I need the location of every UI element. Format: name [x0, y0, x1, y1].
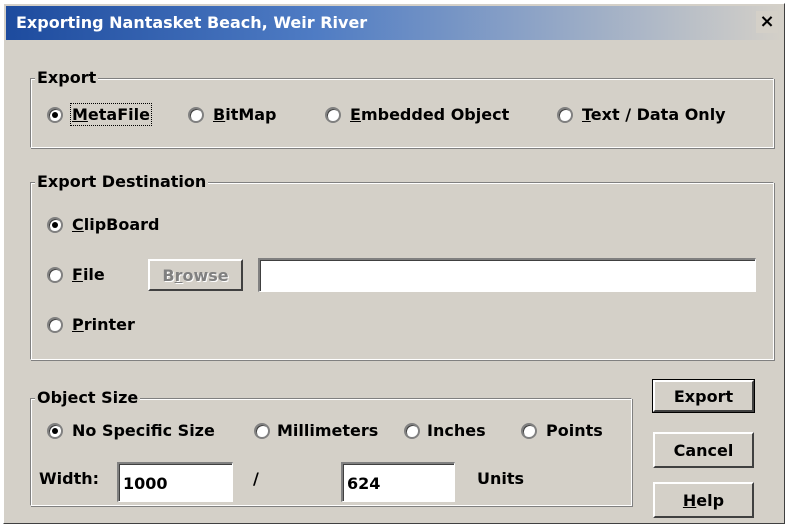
radio-millimeters-label: Millimeters	[277, 421, 379, 440]
object-size-group: Object Size No Specific Size Millimeters…	[30, 388, 632, 506]
radio-text-data-only-label: Text / Data Only	[582, 105, 726, 124]
radio-embedded-object-label: Embedded Object	[350, 105, 510, 124]
radio-dot-text-data-only[interactable]	[557, 106, 573, 123]
export-group-label: Export	[35, 68, 99, 88]
help-button[interactable]: Help	[653, 482, 754, 518]
radio-no-specific-size-label: No Specific Size	[72, 421, 215, 440]
export-group: Export MetaFile BitMap Embedded Object T…	[30, 68, 774, 148]
cancel-button[interactable]: Cancel	[653, 432, 754, 468]
radio-dot-millimeters[interactable]	[254, 422, 270, 439]
radio-clipboard[interactable]: ClipBoard	[47, 215, 160, 234]
radio-points[interactable]: Points	[521, 421, 603, 440]
radio-bitmap-label: BitMap	[213, 105, 277, 124]
radio-file[interactable]: File	[47, 265, 105, 284]
title-bar[interactable]: Exporting Nantasket Beach, Weir River ×	[6, 6, 782, 40]
radio-dot-bitmap[interactable]	[188, 106, 204, 123]
radio-dot-file[interactable]	[47, 266, 63, 283]
radio-text-data-only[interactable]: Text / Data Only	[557, 105, 726, 124]
radio-millimeters[interactable]: Millimeters	[254, 421, 378, 440]
width-input[interactable]: 1000	[117, 462, 233, 502]
radio-printer-label: Printer	[72, 315, 135, 334]
radio-dot-printer[interactable]	[47, 316, 63, 333]
export-destination-group: Export Destination ClipBoard File Br owse…	[30, 172, 774, 360]
radio-dot-clipboard[interactable]	[47, 216, 63, 233]
radio-dot-no-specific-size[interactable]	[47, 422, 63, 439]
export-button[interactable]: Export	[652, 379, 755, 413]
radio-no-specific-size[interactable]: No Specific Size	[47, 421, 215, 440]
radio-bitmap[interactable]: BitMap	[188, 105, 277, 124]
radio-inches-label: Inches	[427, 421, 486, 440]
export-dialog: Exporting Nantasket Beach, Weir River × …	[3, 3, 785, 524]
window-title: Exporting Nantasket Beach, Weir River	[16, 13, 368, 32]
close-icon: ×	[759, 11, 775, 32]
radio-printer[interactable]: Printer	[47, 315, 135, 334]
size-separator: /	[253, 469, 259, 488]
radio-points-label: Points	[546, 421, 603, 440]
width-label: Width:	[39, 469, 100, 488]
radio-dot-points[interactable]	[521, 422, 537, 439]
radio-dot-inches[interactable]	[404, 422, 420, 439]
browse-button[interactable]: Br owse	[148, 259, 243, 291]
radio-clipboard-label: ClipBoard	[72, 215, 160, 234]
object-size-group-label: Object Size	[35, 388, 141, 408]
radio-metafile-label: MetaFile	[70, 103, 152, 126]
height-input[interactable]: 624	[341, 462, 455, 502]
units-label: Units	[477, 469, 525, 488]
export-destination-group-label: Export Destination	[35, 172, 209, 192]
radio-dot-embedded-object[interactable]	[325, 106, 341, 123]
file-path-input[interactable]	[258, 258, 756, 292]
radio-inches[interactable]: Inches	[404, 421, 486, 440]
radio-metafile[interactable]: MetaFile	[47, 103, 152, 126]
close-button[interactable]: ×	[756, 11, 778, 33]
radio-file-label: File	[72, 265, 105, 284]
radio-embedded-object[interactable]: Embedded Object	[325, 105, 509, 124]
radio-dot-metafile[interactable]	[47, 106, 63, 123]
